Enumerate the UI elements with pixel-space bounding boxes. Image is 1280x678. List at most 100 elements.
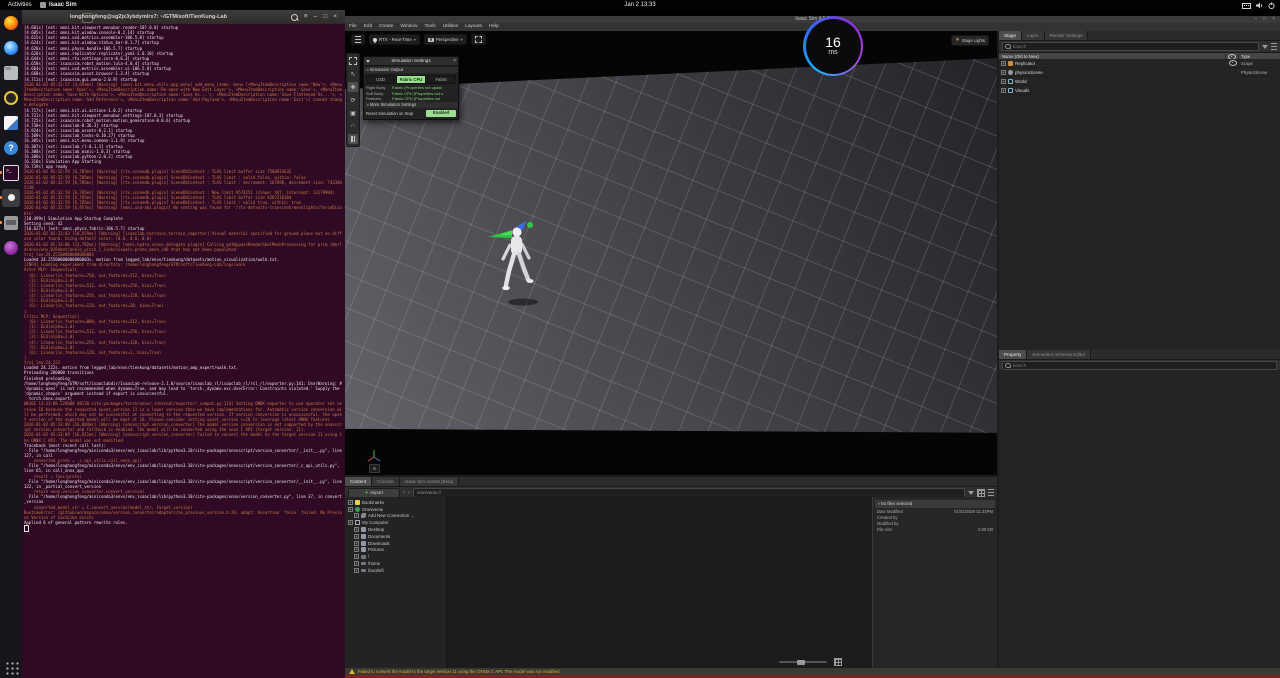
tree-item--[interactable]: +/ [345, 553, 446, 560]
dock-item-app-grid[interactable] [2, 658, 20, 676]
dock-item-isaac-sim[interactable] [2, 189, 20, 207]
close-button[interactable]: × [1272, 16, 1275, 23]
expand-icon[interactable]: + [354, 534, 359, 539]
dock-item-help[interactable] [2, 139, 20, 157]
move-tool[interactable]: ✚ [348, 82, 358, 92]
selection-header[interactable]: No files selected [875, 500, 995, 508]
expand-icon[interactable]: + [354, 541, 359, 546]
expand-icon[interactable]: + [1001, 88, 1006, 93]
expand-icon[interactable]: + [354, 568, 359, 573]
content-tab-isaac-sim-assets-beta-[interactable]: Isaac Sim Assets [Beta] [400, 477, 459, 486]
grid-view-icon[interactable] [977, 489, 985, 497]
tree-item-bookmarks[interactable]: +Bookmarks [345, 499, 446, 506]
expand-icon[interactable]: + [1001, 79, 1006, 84]
visibility-cell[interactable] [1227, 60, 1239, 66]
property-search-input[interactable]: Search [1002, 361, 1277, 370]
minimize-button[interactable]: – [314, 12, 318, 22]
grid-view-icon[interactable] [834, 658, 842, 666]
menu-create[interactable]: Create [379, 23, 393, 31]
sim-output-tab-fabric-cpu[interactable]: Fabric CPU [396, 75, 425, 84]
menu-edit[interactable]: Edit [364, 23, 372, 31]
stage-tab-render-settings[interactable]: Render Settings [1045, 31, 1089, 40]
dock-item-app-m[interactable] [2, 239, 20, 257]
menu-tools[interactable]: Tools [424, 23, 435, 31]
sim-output-tab-usd[interactable]: USD [366, 75, 395, 84]
stage-row[interactable]: +Visuals [999, 86, 1280, 95]
stage-tab-layer[interactable]: Layer [1022, 31, 1045, 40]
stage-search-input[interactable]: Search [1002, 42, 1259, 51]
renderer-dropdown[interactable]: RTX - Real-Time ▾ [369, 34, 420, 45]
tree-item-desktop[interactable]: +Desktop [345, 526, 446, 533]
minimize-button[interactable]: – [1254, 16, 1257, 23]
dock-item-camera[interactable] [2, 89, 20, 107]
filter-icon[interactable] [968, 491, 974, 495]
grid-unit-label[interactable]: m [369, 464, 380, 473]
expand-icon[interactable]: + [348, 500, 353, 505]
terminal-output[interactable]: [4.601s] [ext: omni.kit.viewport.menubar… [22, 24, 345, 678]
cursor-tool[interactable]: ↖ [348, 69, 358, 79]
expand-icon[interactable]: + [354, 561, 359, 566]
forward-button[interactable]: › [408, 489, 410, 497]
humanoid-robot[interactable] [485, 221, 551, 311]
expand-icon[interactable]: + [1001, 70, 1006, 75]
maximize-button[interactable]: □ [1263, 16, 1266, 23]
expand-icon[interactable]: + [1001, 61, 1006, 66]
close-button[interactable]: × [333, 12, 337, 22]
menu-file[interactable]: File [349, 23, 357, 31]
stage-row[interactable]: +ReplicatorScope [999, 59, 1280, 68]
expand-icon[interactable]: + [354, 513, 359, 518]
thumbnail-size-slider[interactable] [779, 661, 827, 663]
expand-icon[interactable]: + [354, 554, 359, 559]
dock-item-terminal[interactable] [2, 164, 20, 182]
stage-tab-stage[interactable]: Stage [999, 31, 1022, 40]
snap-tool[interactable]: ∩ [348, 121, 358, 131]
property-tab-property[interactable]: Property [999, 350, 1027, 359]
menu-layouts[interactable]: Layouts [465, 23, 482, 31]
list-view-icon[interactable] [988, 489, 994, 496]
dock-item-ssd[interactable] [2, 214, 20, 232]
terminal-titlebar[interactable]: longhongfeng@sg2jx3ybdymlrx7: ~/GTM/soft… [22, 10, 345, 25]
scale-tool[interactable]: ▣ [348, 108, 358, 118]
stage-lights-button[interactable]: ☀ Stage Lights [951, 35, 989, 46]
maximize-button[interactable]: □ [323, 12, 327, 22]
import-button[interactable]: + Import [348, 488, 400, 498]
menu-help[interactable]: Help [489, 23, 499, 31]
select-box-tool[interactable] [348, 56, 358, 66]
tree-item-my-computer[interactable]: +My Computer [345, 519, 446, 526]
render-resolution-button[interactable] [471, 34, 486, 45]
file-area[interactable] [447, 497, 872, 668]
tree-item-pictures[interactable]: +Pictures [345, 547, 446, 554]
dock-item-office[interactable] [2, 114, 20, 132]
path-input[interactable]: omniverse:// [413, 488, 965, 498]
stage-row[interactable]: +physicsScenePhysicsScene [999, 68, 1280, 77]
dock-item-firefox[interactable] [2, 14, 20, 32]
viewport-options-button[interactable] [351, 34, 365, 45]
dock-item-files[interactable] [2, 64, 20, 82]
stage-row[interactable]: +World [999, 77, 1280, 86]
sim-output-tab-fabric[interactable]: Fabric [427, 75, 456, 84]
expand-icon[interactable]: + [354, 527, 359, 532]
tree-item-omniverse[interactable]: +Omniverse [345, 506, 446, 513]
tree-item--home[interactable]: +/home [345, 560, 446, 567]
rotate-tool[interactable]: ⟳ [348, 95, 358, 105]
tree-item-documents[interactable]: +Documents [345, 533, 446, 540]
menu-window[interactable]: Window [400, 23, 417, 31]
system-tray[interactable] [1242, 2, 1275, 9]
options-icon[interactable] [1271, 43, 1277, 50]
content-tab-content[interactable]: Content [345, 477, 372, 486]
tree-item-add-new-connection-[interactable]: +Add New Connection ... [345, 513, 446, 520]
tree-item-downloads[interactable]: +Downloads [345, 540, 446, 547]
menu-icon[interactable]: ≡ [304, 12, 308, 22]
dock-item-browser[interactable] [2, 39, 20, 57]
tree-item--boot-efi[interactable]: +/boot/efi [345, 567, 446, 574]
content-tab-console[interactable]: Console [372, 477, 400, 486]
menu-utilities[interactable]: Utilities [443, 23, 458, 31]
pause-button[interactable] [348, 134, 358, 144]
clock[interactable]: Jan 2 13:33 [0, 0, 1280, 10]
filter-icon[interactable] [1262, 45, 1268, 49]
reset-on-stop-toggle[interactable]: Enabled [426, 110, 456, 117]
expand-icon[interactable]: + [348, 507, 353, 512]
close-icon[interactable]: × [453, 57, 456, 65]
slider-handle[interactable] [797, 660, 805, 665]
camera-dropdown[interactable]: Perspective ▾ [424, 34, 467, 45]
